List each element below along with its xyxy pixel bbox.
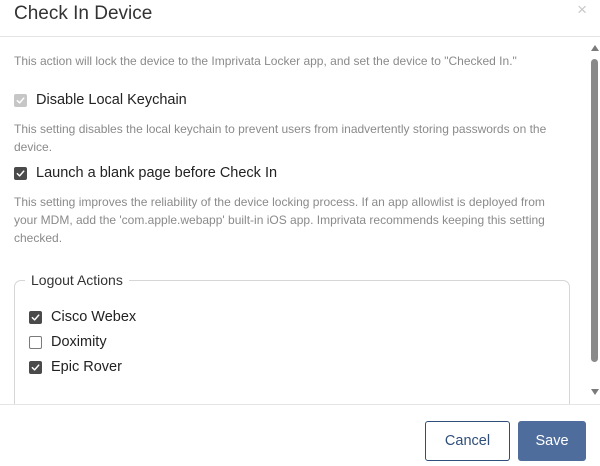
dialog-title: Check In Device <box>14 3 153 24</box>
save-button[interactable]: Save <box>518 421 586 461</box>
dialog-footer: Cancel Save <box>0 404 600 466</box>
epic-rover-checkbox[interactable] <box>29 360 42 374</box>
check-icon <box>16 96 25 104</box>
doximity-label: Doximity <box>51 334 107 350</box>
epic-rover-label: Epic Rover <box>51 359 122 375</box>
disable-keychain-checkbox[interactable] <box>14 93 27 107</box>
dialog-body[interactable]: This action will lock the device to the … <box>0 37 588 404</box>
launch-blank-page-checkbox[interactable] <box>14 166 27 180</box>
cisco-webex-checkbox[interactable] <box>29 310 42 324</box>
intro-text: This action will lock the device to the … <box>14 54 517 68</box>
logout-action-doximity[interactable]: Doximity <box>29 332 107 352</box>
scroll-thumb[interactable] <box>591 59 598 362</box>
logout-action-cisco-webex[interactable]: Cisco Webex <box>29 307 136 327</box>
logout-action-epic-rover[interactable]: Epic Rover <box>29 357 122 377</box>
logout-actions-group: Logout Actions Cisco Webex Doximity Epic… <box>14 272 570 404</box>
disable-keychain-description: This setting disables the local keychain… <box>14 122 547 154</box>
launch-blank-page-label: Launch a blank page before Check In <box>36 165 278 181</box>
disable-keychain-option[interactable]: Disable Local Keychain <box>14 90 187 110</box>
scroll-down-arrow-icon[interactable] <box>591 389 599 395</box>
check-in-device-dialog: Check In Device × This action will lock … <box>0 0 600 466</box>
cisco-webex-label: Cisco Webex <box>51 309 137 325</box>
launch-blank-page-description: This setting improves the reliability of… <box>14 195 545 245</box>
dialog-scrollbar[interactable] <box>588 37 600 404</box>
check-icon <box>16 169 25 177</box>
scroll-up-arrow-icon[interactable] <box>591 45 599 51</box>
cancel-button[interactable]: Cancel <box>425 421 510 461</box>
close-icon[interactable]: × <box>577 1 587 19</box>
check-icon <box>31 313 40 321</box>
logout-actions-legend: Logout Actions <box>25 272 129 288</box>
check-icon <box>31 363 40 371</box>
disable-keychain-label: Disable Local Keychain <box>36 92 187 108</box>
dialog-header: Check In Device × <box>0 0 600 37</box>
doximity-checkbox[interactable] <box>29 335 42 349</box>
launch-blank-page-option[interactable]: Launch a blank page before Check In <box>14 163 277 183</box>
